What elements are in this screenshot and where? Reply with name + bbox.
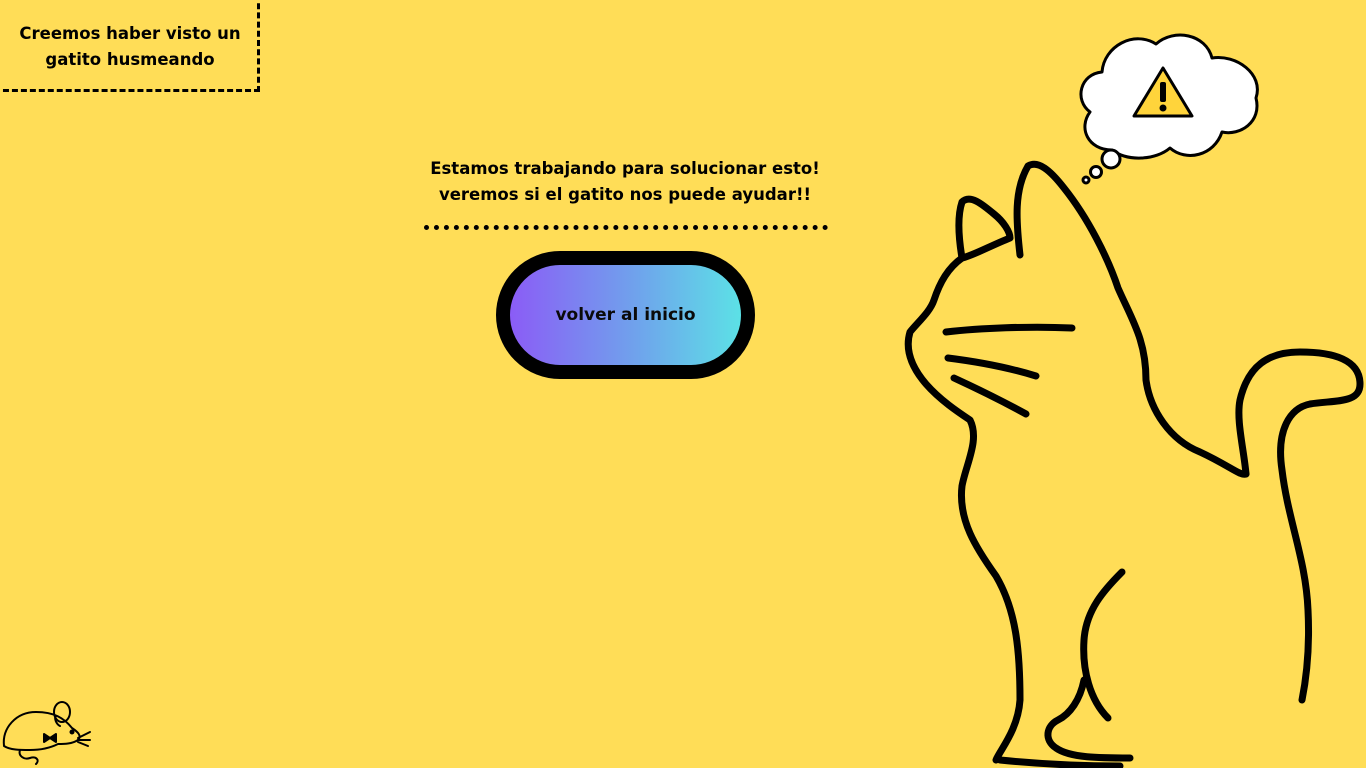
back-home-button[interactable]: volver al inicio bbox=[496, 251, 755, 379]
notice-line-1: Creemos haber visto un bbox=[19, 24, 241, 43]
notice-box: Creemos haber visto un gatito husmeando bbox=[0, 0, 260, 92]
notice-text: Creemos haber visto un gatito husmeando bbox=[13, 21, 240, 73]
error-page: Creemos haber visto un gatito husmeando … bbox=[0, 0, 1366, 768]
notice-line-2: gatito husmeando bbox=[45, 50, 215, 69]
cat-illustration bbox=[904, 33, 1364, 768]
mouse-icon bbox=[2, 701, 91, 765]
message-line-2: veremos si el gatito nos puede ayudar!! bbox=[438, 185, 812, 204]
status-message: Estamos trabajando para solucionar esto!… bbox=[405, 156, 845, 208]
dotted-divider bbox=[424, 225, 828, 230]
message-line-1: Estamos trabajando para solucionar esto! bbox=[430, 159, 820, 178]
